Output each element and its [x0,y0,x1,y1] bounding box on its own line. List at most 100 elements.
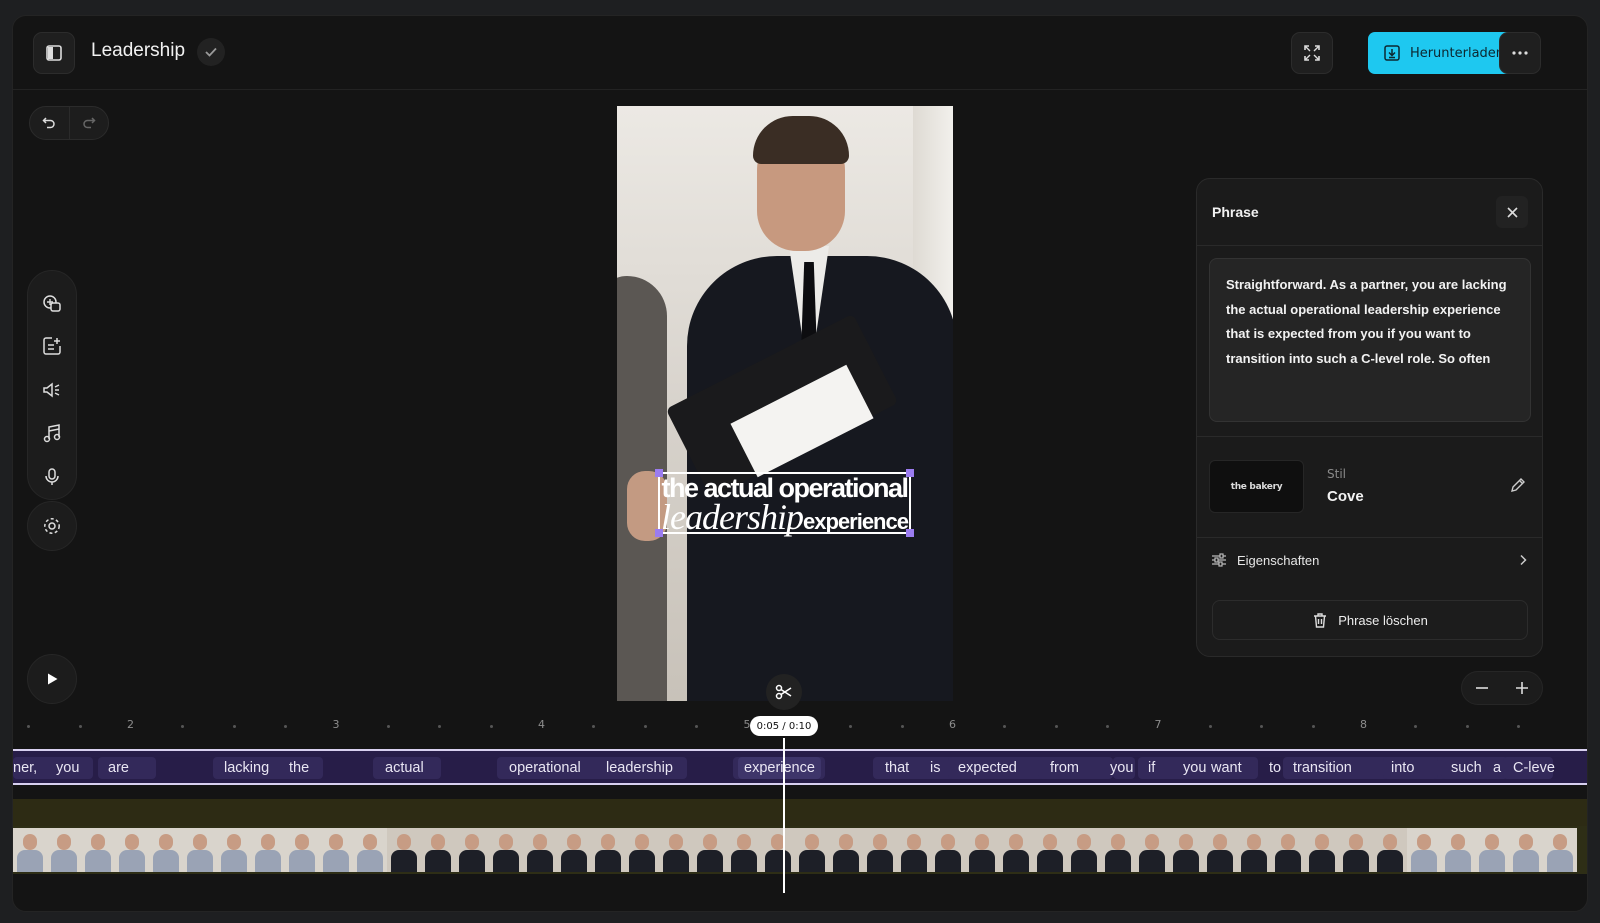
panel-title: Phrase [1212,204,1259,220]
frame-face [1281,834,1295,850]
caption-word[interactable]: lacking [218,757,275,779]
caption-word[interactable]: experience [738,757,821,779]
caption-word[interactable]: a [1487,757,1507,779]
frame-body [1309,850,1335,872]
project-title[interactable]: Leadership [91,40,185,62]
caption-word[interactable]: that [879,757,915,779]
caption-word[interactable]: C-leve [1507,757,1561,779]
caption-word[interactable]: is [924,757,946,779]
header-bar: Leadership Herunterladen [13,16,1587,90]
frame-face [601,834,615,850]
style-label: Stil [1327,467,1346,481]
frame-body [221,850,247,872]
filmstrip-frame [1543,828,1577,872]
time-display: 0:05 / 0:10 [750,716,818,736]
frame-body [935,850,961,872]
resize-handle-bottom-right[interactable] [906,529,914,537]
caption-word[interactable]: from [1044,757,1085,779]
redo-button[interactable] [68,107,109,139]
caption-word-track[interactable]: ner, you are lacking the actual operational lea… [13,749,1587,785]
filmstrip-frame [523,828,557,872]
resize-handle-top-right[interactable] [906,469,914,477]
panel-close-button[interactable] [1496,196,1528,228]
frame-face [907,834,921,850]
properties-label: Eigenschaften [1237,552,1320,568]
caption-word[interactable]: transition [1287,757,1358,779]
frame-face [1247,834,1261,850]
caption-word[interactable]: you [50,757,85,779]
zoom-in-button[interactable] [1502,672,1542,704]
caption-word[interactable]: are [102,757,135,779]
playhead[interactable] [783,738,785,893]
frame-body [187,850,213,872]
download-icon [1384,45,1400,61]
style-thumbnail[interactable]: the bakery [1209,460,1304,513]
filmstrip-frame [727,828,761,872]
filmstrip-frame [931,828,965,872]
undo-button[interactable] [30,107,69,139]
caption-word[interactable]: ner, [13,757,43,779]
delete-phrase-label: Phrase löschen [1338,612,1428,628]
phrase-panel: Phrase Straightforward. As a partner, yo… [1196,178,1543,657]
zoom-in-icon [1516,682,1528,694]
frame-body [833,850,859,872]
filmstrip-frame [1169,828,1203,872]
chevron-right-icon [1520,554,1527,566]
music-icon [43,423,61,442]
music-button[interactable] [32,412,72,456]
frame-face [533,834,547,850]
caption-overlay[interactable]: the actual operational leadershipexperie… [655,469,914,537]
resize-handle-bottom-left[interactable] [655,529,663,537]
filmstrip-frame [285,828,319,872]
style-name: Cove [1327,488,1364,505]
audio-button[interactable] [32,368,72,412]
settings-button[interactable] [27,501,77,551]
ruler-tick [78,725,82,728]
caption-word[interactable]: operational [503,757,587,779]
video-preview[interactable]: the actual operational leadershipexperie… [617,106,953,701]
frame-face [227,834,241,850]
more-options-button[interactable] [1499,32,1541,74]
frame-body [391,850,417,872]
filmstrip-frame [251,828,285,872]
phrase-text-field[interactable]: Straightforward. As a partner, you are l… [1209,258,1531,422]
sliders-icon [1212,553,1226,567]
caption-word[interactable]: if [1142,757,1161,779]
caption-word[interactable]: want [1205,757,1248,779]
ruler-tick [1003,725,1007,728]
add-text-button[interactable] [32,325,72,369]
resize-handle-top-left[interactable] [655,469,663,477]
microphone-button[interactable] [32,455,72,499]
filmstrip-frame [1101,828,1135,872]
caption-word[interactable]: you [1104,757,1139,779]
settings-icon [44,518,60,534]
split-button[interactable] [766,674,802,710]
sidebar-toggle-button[interactable] [33,32,75,74]
frame-face [397,834,411,850]
caption-word[interactable]: actual [379,757,430,779]
download-button[interactable]: Herunterladen [1368,32,1520,74]
audio-icon [43,382,60,398]
zoom-out-button[interactable] [1462,672,1502,704]
frame-face [1315,834,1329,850]
properties-row[interactable]: Eigenschaften [1197,539,1542,581]
filmstrip-frame [659,828,693,872]
fullscreen-button[interactable] [1291,32,1333,74]
add-media-button[interactable] [32,281,72,325]
video-filmstrip-track[interactable] [13,826,1587,874]
ruler-tick [232,725,236,728]
caption-word[interactable]: the [283,757,315,779]
caption-word[interactable]: such [1445,757,1488,779]
filmstrip-frame [1033,828,1067,872]
delete-phrase-button[interactable]: Phrase löschen [1212,600,1528,640]
audio-track[interactable] [13,799,1587,827]
edit-style-button[interactable] [1510,477,1526,497]
play-button[interactable] [27,654,77,704]
caption-word[interactable]: leadership [600,757,679,779]
filmstrip-frame [965,828,999,872]
caption-word[interactable]: into [1385,757,1420,779]
frame-face [669,834,683,850]
caption-word[interactable]: to [1263,757,1287,779]
caption-word[interactable]: expected [952,757,1023,779]
frame-body [255,850,281,872]
